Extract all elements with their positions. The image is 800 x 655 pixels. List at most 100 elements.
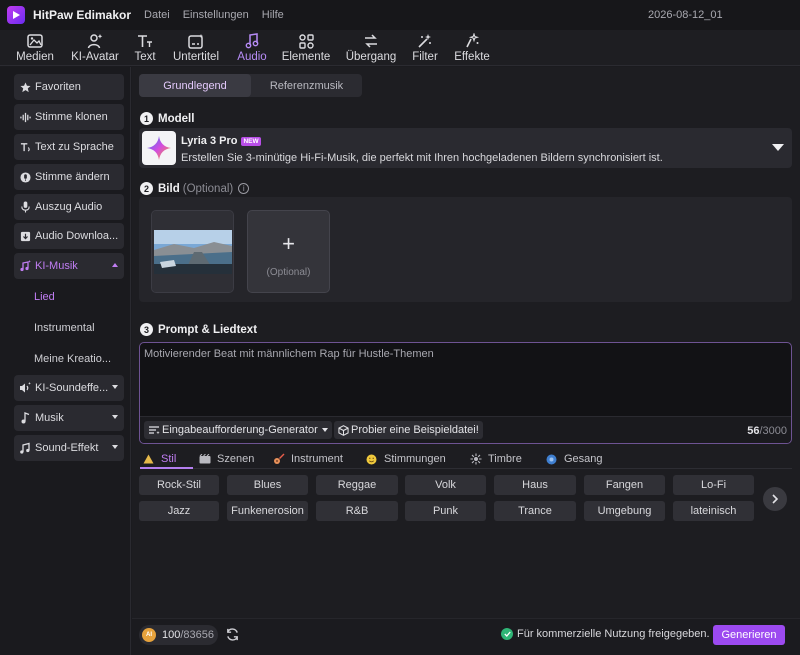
chevron-up-icon (112, 263, 118, 267)
tool-elemente[interactable]: Elemente (282, 32, 330, 66)
plus-icon: + (282, 231, 295, 256)
sidebar-subitem-meine-kreationen[interactable]: Meine Kreatio... (34, 353, 111, 365)
style-chip[interactable]: Haus (494, 475, 576, 495)
sidebar-item-favoriten[interactable]: Favoriten (14, 74, 124, 100)
sidebar-item-ki-musik[interactable]: KI-Musik (14, 253, 124, 279)
microphone-icon (19, 201, 31, 213)
style-chip[interactable]: Umgebung (584, 501, 665, 521)
style-chip[interactable]: Jazz (139, 501, 219, 521)
style-tab-timbre[interactable]: Timbre (469, 453, 522, 465)
elements-icon (298, 32, 314, 50)
uploaded-image-thumbnail[interactable] (151, 210, 234, 293)
style-chip[interactable]: Fangen (584, 475, 665, 495)
check-circle-icon (501, 628, 513, 640)
model-description: Erstellen Sie 3-minütige Hi-Fi-Musik, di… (181, 152, 663, 164)
tool-untertitel[interactable]: Untertitel (170, 32, 222, 66)
tool-text[interactable]: Text (132, 32, 158, 66)
tool-audio[interactable]: Audio (234, 32, 270, 66)
filter-icon (417, 32, 433, 50)
tool-filter[interactable]: Filter (411, 32, 439, 66)
commercial-use-notice: Für kommerzielle Nutzung freigegeben. (501, 628, 710, 640)
chevron-down-icon (112, 415, 118, 419)
style-chip[interactable]: Blues (227, 475, 308, 495)
tool-medien[interactable]: Medien (14, 32, 56, 66)
style-chip[interactable]: lateinisch (673, 501, 754, 521)
style-chip[interactable]: R&B (316, 501, 398, 521)
sidebar-subitem-lied[interactable]: Lied (34, 291, 55, 303)
vocals-icon (545, 454, 558, 465)
effects-icon (464, 32, 480, 50)
tool-uebergang[interactable]: Übergang (344, 32, 398, 66)
refresh-icon[interactable] (225, 627, 240, 645)
model-select[interactable]: Lyria 3 Pro NEW Erstellen Sie 3-minütige… (139, 128, 792, 168)
style-chip[interactable]: Trance (494, 501, 576, 521)
menu-einstellungen[interactable]: Einstellungen (183, 9, 249, 21)
sidebar-item-musik[interactable]: Musik (14, 405, 124, 431)
style-chip[interactable]: Rock-Stil (139, 475, 219, 495)
footer-bar: AI 100/83656 Für kommerzielle Nutzung fr… (132, 618, 800, 655)
menu-hilfe[interactable]: Hilfe (262, 9, 284, 21)
sidebar-subitem-instrumental[interactable]: Instrumental (34, 322, 95, 334)
style-chip[interactable]: Funkenerosion (227, 501, 308, 521)
main-toolbar: Medien KI-Avatar Text Untertitel Audio E… (0, 30, 800, 66)
cube-icon (338, 424, 349, 436)
prompt-toolbar: Eingabeaufforderung-Generator Probier ei… (140, 416, 791, 443)
tool-effekte[interactable]: Effekte (453, 32, 491, 66)
sidebar-item-audio-download[interactable]: Audio Downloa... (14, 223, 124, 249)
active-tab-underline (140, 467, 193, 469)
ai-music-icon (19, 260, 31, 272)
coin-icon: AI (142, 628, 156, 642)
guitar-icon (272, 453, 285, 465)
info-icon[interactable]: i (238, 183, 250, 194)
style-tab-gesang[interactable]: Gesang (545, 453, 603, 465)
app-name: HitPaw Edimakor (33, 8, 132, 22)
scenes-icon (198, 454, 211, 464)
sidebar-item-ki-soundeffekte[interactable]: KI-Soundeffe... (14, 375, 124, 401)
style-chip[interactable]: Reggae (316, 475, 398, 495)
style-tab-stimmungen[interactable]: Stimmungen (365, 453, 446, 465)
chevron-down-icon (321, 428, 328, 432)
text-to-speech-icon (19, 141, 31, 153)
ai-avatar-icon (87, 32, 103, 50)
generate-button[interactable]: Generieren (713, 625, 785, 645)
menu-datei[interactable]: Datei (144, 9, 170, 21)
chevron-right-icon[interactable] (763, 487, 787, 511)
text-icon (137, 32, 153, 50)
tab-grundlegend[interactable]: Grundlegend (139, 74, 251, 97)
chevron-down-icon (112, 445, 118, 449)
sidebar-item-sound-effekt[interactable]: Sound-Effekt (14, 435, 124, 461)
example-file-button[interactable]: Probier eine Beispieldatei! (334, 421, 483, 439)
generator-icon (148, 425, 160, 435)
section-title-bild: 2 Bild (Optional) i (140, 182, 250, 195)
style-icon (142, 454, 155, 464)
style-chip[interactable]: Punk (405, 501, 486, 521)
sidebar-item-text-zu-sprache[interactable]: Text zu Sprache (14, 134, 124, 160)
sidebar: Favoriten Stimme klonen Text zu Sprache … (0, 67, 131, 655)
prompt-text[interactable]: Motivierender Beat mit männlichem Rap fü… (144, 348, 434, 360)
waveform-icon (19, 111, 31, 123)
style-tab-stil[interactable]: Stil (142, 453, 176, 465)
mood-icon (365, 454, 378, 465)
prompt-textarea[interactable]: Motivierender Beat mit männlichem Rap fü… (139, 342, 792, 444)
add-image-button[interactable]: + (Optional) (247, 210, 330, 293)
style-chip[interactable]: Lo-Fi (673, 475, 754, 495)
mode-tabs: Grundlegend Referenzmusik (139, 74, 362, 97)
sidebar-item-stimme-klonen[interactable]: Stimme klonen (14, 104, 124, 130)
main-panel: Grundlegend Referenzmusik 1 Modell Lyria… (132, 67, 800, 655)
tool-ki-avatar[interactable]: KI-Avatar (67, 32, 123, 66)
dropdown-arrow-icon[interactable] (772, 144, 784, 151)
sidebar-item-stimme-aendern[interactable]: Stimme ändern (14, 164, 124, 190)
style-tab-instrument[interactable]: Instrument (272, 453, 343, 465)
voice-change-icon (19, 171, 31, 183)
image-upload-area: + (Optional) (139, 197, 792, 302)
subtitle-icon (188, 32, 204, 50)
title-bar: HitPaw Edimakor Datei Einstellungen Hilf… (0, 0, 800, 30)
project-name: 2026-08-12_01 (648, 9, 723, 21)
style-tab-szenen[interactable]: Szenen (198, 453, 254, 465)
sidebar-item-auszug-audio[interactable]: Auszug Audio (14, 194, 124, 220)
transition-icon (363, 32, 379, 50)
tab-referenzmusik[interactable]: Referenzmusik (251, 74, 362, 97)
prompt-generator-button[interactable]: Eingabeaufforderung-Generator (144, 421, 332, 439)
style-chip[interactable]: Volk (405, 475, 486, 495)
sound-effect-icon (19, 442, 31, 454)
